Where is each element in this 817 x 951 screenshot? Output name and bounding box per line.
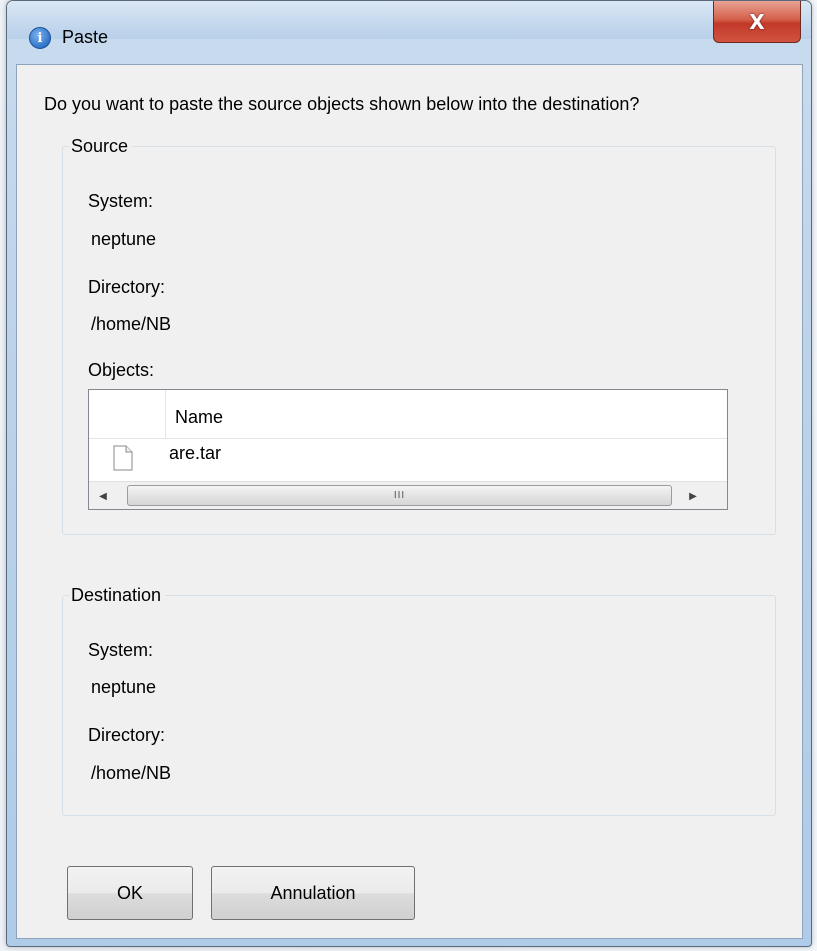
scroll-right-icon[interactable]: ▶ — [679, 482, 707, 510]
title-bar[interactable] — [7, 1, 811, 39]
destination-system-label: System: — [88, 640, 154, 660]
source-system-label: System: — [88, 191, 154, 211]
file-icon — [113, 445, 133, 471]
ok-button[interactable]: OK — [67, 866, 193, 920]
row-file-name: are.tar — [169, 443, 222, 463]
table-row[interactable]: are.tar — [89, 440, 727, 472]
info-icon: i — [29, 27, 51, 49]
source-directory-label: Directory: — [88, 277, 166, 297]
source-objects-label: Objects: — [88, 360, 155, 380]
destination-directory-value: /home/NB — [91, 763, 172, 783]
horizontal-scrollbar[interactable]: ◀ III ▶ — [89, 481, 727, 509]
window-title: Paste — [62, 27, 109, 47]
destination-system-value: neptune — [91, 677, 157, 697]
destination-legend: Destination — [69, 584, 166, 606]
source-legend: Source — [69, 135, 133, 157]
column-header-name[interactable]: Name — [175, 407, 223, 428]
source-system-value: neptune — [91, 229, 157, 249]
close-icon: X — [749, 9, 765, 34]
header-divider — [165, 390, 166, 439]
annulation-button[interactable]: Annulation — [211, 866, 415, 920]
table-header: Name — [89, 390, 727, 439]
destination-directory-label: Directory: — [88, 725, 166, 745]
scroll-thumb[interactable]: III — [127, 485, 672, 506]
objects-table[interactable]: Name are.tar ◀ III ▶ — [88, 389, 728, 510]
scroll-grip-icon: III — [393, 490, 406, 501]
scroll-left-icon[interactable]: ◀ — [89, 482, 117, 510]
close-button[interactable]: X — [713, 1, 801, 43]
paste-question: Do you want to paste the source objects … — [44, 94, 640, 114]
source-directory-value: /home/NB — [91, 314, 172, 334]
